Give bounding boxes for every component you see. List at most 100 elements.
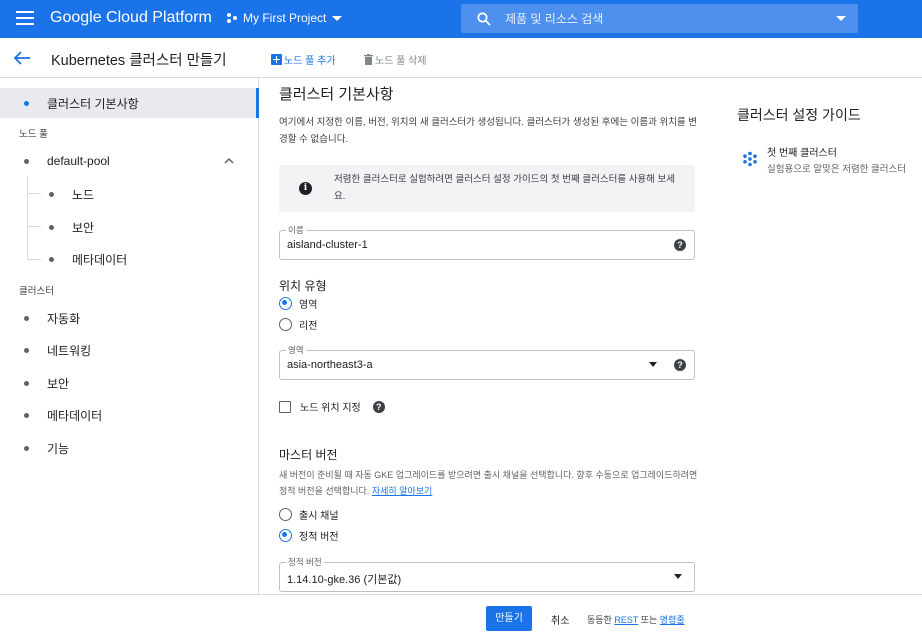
- radio-label: 영역: [299, 300, 318, 311]
- node-locations-label: 노드 위치 지정: [300, 403, 361, 414]
- radio-button[interactable]: [279, 529, 292, 542]
- help-icon[interactable]: ?: [674, 239, 686, 251]
- page-title: Kubernetes 클러스터 만들기: [51, 53, 227, 69]
- search-input[interactable]: 제품 및 리소스 검색: [505, 10, 603, 27]
- rest-link[interactable]: REST: [614, 615, 638, 625]
- nav-section-cluster: 클러스터: [19, 286, 54, 297]
- create-button[interactable]: 만들기: [486, 606, 532, 631]
- menu-icon[interactable]: [16, 11, 34, 25]
- trash-icon: [364, 54, 373, 65]
- nav-dot-icon: [24, 445, 29, 451]
- product-logo[interactable]: Google Cloud Platform: [50, 9, 212, 27]
- chevron-up-icon[interactable]: [224, 156, 234, 166]
- equivalent-links: 동등한 REST 또는 명령줄: [587, 613, 685, 626]
- cluster-name-input[interactable]: aisland-cluster-1: [287, 239, 368, 251]
- node-locations-checkbox-row[interactable]: 노드 위치 지정 ?: [279, 399, 385, 414]
- master-version-description: 새 버전이 준비될 때 자동 GKE 업그레이드를 받으려면 출시 채널을 선택…: [279, 467, 699, 499]
- nav-dot-icon: [24, 100, 29, 106]
- search-bar[interactable]: 제품 및 리소스 검색: [461, 4, 858, 33]
- cluster-icon: [743, 151, 757, 167]
- nav-item-metadata[interactable]: 메타데이터: [0, 400, 259, 430]
- nav-dot-icon: [24, 347, 29, 353]
- cancel-button[interactable]: 취소: [551, 612, 569, 627]
- nav-dot-icon: [24, 315, 29, 321]
- nav-section-node-pools: 노드 풀: [19, 129, 48, 140]
- project-icon: [227, 13, 237, 23]
- node-locations-checkbox[interactable]: [279, 400, 291, 413]
- page-header: Kubernetes 클러스터 만들기 노드 풀 추가 노드 풀 삭제: [0, 38, 922, 78]
- equivalent-prefix: 동등한: [587, 615, 612, 625]
- delete-node-pool-label: 노드 풀 삭제: [375, 56, 427, 67]
- nav-dot-icon: [49, 191, 54, 197]
- equivalent-or: 또는: [640, 615, 658, 625]
- left-nav: 클러스터 기본사항 노드 풀 default-pool 노드 보안 메타데이터 …: [0, 78, 259, 594]
- nav-item-features[interactable]: 기능: [0, 433, 259, 463]
- radio-regional[interactable]: 리전: [279, 317, 317, 332]
- dropdown-arrow-icon[interactable]: [649, 362, 657, 367]
- zone-label: 영역: [286, 344, 306, 356]
- back-arrow-icon[interactable]: [13, 50, 31, 66]
- nav-item-pool-metadata[interactable]: 메타데이터: [0, 244, 259, 274]
- nav-item-pool-nodes[interactable]: 노드: [0, 179, 259, 209]
- zone-value: asia-northeast3-a: [287, 359, 373, 371]
- nav-item-label: 기능: [47, 441, 70, 456]
- nav-item-networking[interactable]: 네트워킹: [0, 335, 259, 365]
- nav-item-label: 메타데이터: [72, 252, 128, 267]
- nav-item-security[interactable]: 보안: [0, 368, 259, 398]
- guide-item-subtitle: 실험용으로 알맞은 저렴한 클러스터: [767, 164, 907, 175]
- chevron-down-icon: [332, 15, 343, 21]
- nav-item-label: 노드: [72, 187, 95, 202]
- info-banner-text: 저렴한 클러스터로 실험하려면 클러스터 설정 가이드의 첫 번째 클러스터를 …: [334, 174, 676, 202]
- section-description: 여기에서 지정한 이름, 버전, 위치의 새 클러스터가 생성됩니다. 클러스터…: [279, 117, 698, 145]
- nav-item-cluster-basics[interactable]: 클러스터 기본사항: [0, 88, 259, 118]
- guide-first-cluster[interactable]: 첫 번째 클러스터 실험용으로 알맞은 저렴한 클러스터: [740, 144, 922, 180]
- add-node-pool-button[interactable]: 노드 풀 추가: [271, 52, 336, 67]
- master-version-heading: 마스터 버전: [279, 448, 338, 462]
- radio-label: 출시 채널: [299, 511, 339, 522]
- help-icon[interactable]: ?: [674, 359, 686, 371]
- zone-select[interactable]: 영역 asia-northeast3-a ?: [279, 344, 695, 380]
- nav-item-label: 보안: [72, 220, 95, 235]
- nav-dot-icon: [49, 224, 54, 230]
- cluster-name-field[interactable]: 이름 aisland-cluster-1 ?: [279, 224, 695, 260]
- radio-zonal[interactable]: 영역: [279, 296, 317, 311]
- nav-item-pool-security[interactable]: 보안: [0, 212, 259, 242]
- nav-item-label: 클러스터 기본사항: [47, 96, 139, 111]
- static-version-value: 1.14.10-gke.36 (기본값): [287, 574, 402, 586]
- radio-label: 정적 버전: [299, 532, 339, 543]
- radio-button[interactable]: [279, 508, 292, 521]
- static-version-select[interactable]: 정적 버전 1.14.10-gke.36 (기본값): [279, 556, 695, 592]
- radio-static-version[interactable]: 정적 버전: [279, 528, 339, 543]
- guide-item-title: 첫 번째 클러스터: [767, 148, 837, 159]
- top-app-bar: Google Cloud Platform My First Project 제…: [0, 0, 922, 38]
- static-version-label: 정적 버전: [286, 556, 324, 568]
- info-banner: i 저렴한 클러스터로 실험하려면 클러스터 설정 가이드의 첫 번째 클러스터…: [279, 165, 695, 212]
- add-icon: [271, 54, 282, 65]
- guide-title: 클러스터 설정 가이드: [737, 107, 861, 123]
- nav-item-automation[interactable]: 자동화: [0, 303, 259, 333]
- nav-item-label: 네트워킹: [47, 343, 92, 358]
- cluster-name-label: 이름: [286, 224, 306, 236]
- main-content: 클러스터 기본사항 여기에서 지정한 이름, 버전, 위치의 새 클러스터가 생…: [260, 78, 922, 594]
- location-type-heading: 위치 유형: [279, 279, 327, 293]
- dropdown-arrow-icon[interactable]: [674, 574, 682, 579]
- nav-item-default-pool[interactable]: default-pool: [0, 146, 259, 176]
- delete-node-pool-button[interactable]: 노드 풀 삭제: [364, 52, 427, 67]
- nav-dot-icon: [24, 158, 29, 164]
- nav-item-label: 보안: [47, 376, 70, 391]
- add-node-pool-label: 노드 풀 추가: [284, 56, 336, 67]
- search-icon: [477, 11, 491, 26]
- command-line-link[interactable]: 명령줄: [660, 615, 685, 625]
- help-icon[interactable]: ?: [372, 400, 385, 413]
- nav-dot-icon: [24, 412, 29, 418]
- nav-item-label: 메타데이터: [47, 408, 103, 423]
- master-version-text: 새 버전이 준비될 때 자동 GKE 업그레이드를 받으려면 출시 채널을 선택…: [279, 470, 698, 496]
- radio-label: 리전: [299, 321, 318, 332]
- nav-item-label: default-pool: [47, 154, 110, 168]
- learn-more-link[interactable]: 자세히 알아보기: [372, 486, 432, 496]
- project-selector[interactable]: My First Project: [226, 11, 343, 25]
- radio-button[interactable]: [279, 318, 292, 331]
- radio-release-channel[interactable]: 출시 채널: [279, 507, 339, 522]
- radio-button[interactable]: [279, 297, 292, 310]
- search-dropdown-icon[interactable]: [836, 16, 846, 21]
